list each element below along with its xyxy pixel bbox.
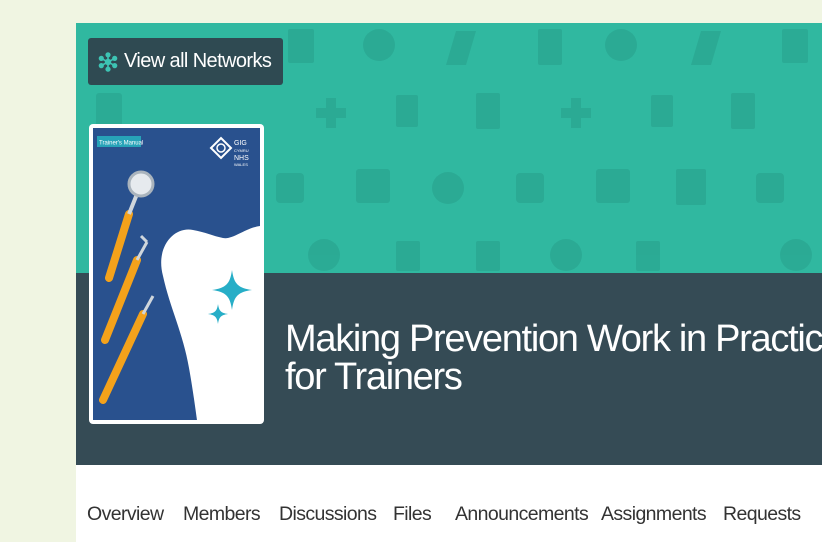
view-all-networks-label: View all Networks [124, 50, 272, 72]
logo-text-gig: GIG [234, 140, 247, 147]
logo-text-cymru: CYMRU [234, 148, 249, 153]
page-title: Making Prevention Work in Practice (MPW … [285, 320, 822, 396]
view-all-networks-button[interactable]: View all Networks [88, 38, 284, 85]
tab-overview[interactable]: Overview [87, 503, 164, 526]
group-cover-image[interactable]: Trainer's Manual GIG CYMRU NHS WALES [89, 124, 264, 424]
manual-label: Trainer's Manual [99, 141, 143, 147]
tab-assignments[interactable]: Assignments [601, 503, 707, 526]
group-page: View all Networks Trainer's Manual GIG C… [76, 23, 822, 542]
tab-members[interactable]: Members [183, 503, 261, 526]
tab-files[interactable]: Files [393, 503, 432, 526]
network-icon [98, 51, 118, 72]
logo-text-wales: WALES [234, 162, 248, 167]
tab-announcements[interactable]: Announcements [455, 503, 589, 526]
group-tabs: Overview Members Discussions Files Annou… [76, 465, 822, 542]
tab-requests[interactable]: Requests [723, 503, 801, 526]
logo-text-nhs: NHS [234, 155, 249, 162]
tab-discussions[interactable]: Discussions [279, 503, 377, 526]
page-title-line-1: Making Prevention Work in Practice (MPW [285, 318, 822, 360]
page-title-line-2: for Trainers [285, 356, 463, 398]
